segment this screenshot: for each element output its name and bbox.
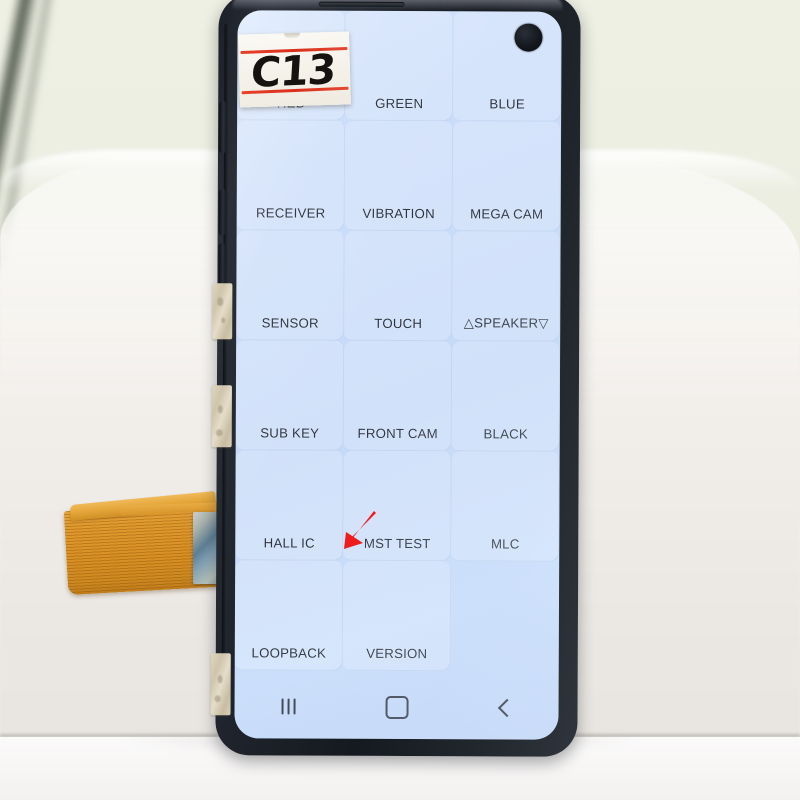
test-button-label: VIBRATION (362, 205, 435, 222)
volume-up-button[interactable] (218, 189, 226, 236)
test-button-label: RECEIVER (255, 205, 326, 221)
earpiece-speaker (318, 1, 405, 8)
test-button-label: TOUCH (374, 315, 423, 332)
test-button-label: GREEN (375, 95, 424, 112)
sticker-handwritten-text: C13 (249, 45, 337, 98)
back-button[interactable] (478, 690, 530, 724)
recents-icon (281, 698, 296, 715)
test-button-label: BLACK (483, 426, 529, 442)
test-button-label: VERSION (366, 645, 428, 662)
test-button-mst-test[interactable]: MST TEST (343, 450, 452, 562)
test-button-label: SUB KEY (260, 425, 320, 441)
test-button-green[interactable]: GREEN (345, 10, 454, 122)
recents-button[interactable] (262, 689, 314, 723)
front-camera-punch-hole-icon (514, 23, 543, 52)
test-button-hall-ic[interactable]: HALL IC (235, 450, 344, 561)
android-navigation-bar (234, 682, 558, 731)
handwritten-label-sticker: C13 (238, 31, 351, 108)
test-button-sensor[interactable]: SENSOR (236, 230, 345, 341)
test-button-label: MEGA CAM (470, 206, 544, 222)
home-button[interactable] (370, 690, 422, 724)
test-button-vibration[interactable]: VIBRATION (344, 120, 454, 232)
smartphone: RED GREEN BLUE RECEIVER VIBRATION MEGA C… (210, 0, 581, 757)
test-button-speaker[interactable]: △SPEAKER▽ (452, 231, 561, 342)
test-button-label: BLUE (489, 96, 525, 112)
test-button-front-cam[interactable]: FRONT CAM (343, 340, 453, 452)
test-button-sub-key[interactable]: SUB KEY (235, 340, 345, 451)
back-icon (497, 698, 516, 717)
test-button-touch[interactable]: TOUCH (344, 230, 453, 342)
bixby-button[interactable] (218, 101, 227, 154)
test-button-label: △SPEAKER▽ (463, 315, 549, 331)
phone-screen[interactable]: RED GREEN BLUE RECEIVER VIBRATION MEGA C… (234, 10, 562, 740)
test-button-loopback[interactable]: LOOPBACK (234, 560, 344, 671)
test-button-mlc[interactable]: MLC (451, 451, 560, 562)
test-grid-empty-cell (451, 561, 559, 671)
home-icon (385, 695, 409, 719)
sticker-curl (283, 32, 301, 39)
test-button-receiver[interactable]: RECEIVER (236, 120, 346, 231)
test-button-mega-cam[interactable]: MEGA CAM (452, 121, 562, 232)
tape-piece-lower (210, 653, 231, 716)
photo-scene: RED GREEN BLUE RECEIVER VIBRATION MEGA C… (0, 0, 800, 800)
test-button-label: FRONT CAM (357, 425, 438, 442)
test-button-label: MLC (490, 536, 520, 552)
test-button-version[interactable]: VERSION (342, 560, 452, 672)
tape-piece-middle (211, 385, 232, 448)
factory-test-grid: RED GREEN BLUE RECEIVER VIBRATION MEGA C… (234, 10, 562, 672)
test-button-label: MST TEST (363, 535, 431, 552)
test-button-blue[interactable]: BLUE (453, 11, 562, 122)
test-button-label: SENSOR (261, 315, 319, 331)
test-button-black[interactable]: BLACK (451, 341, 561, 452)
test-button-label: HALL IC (263, 535, 315, 551)
test-button-label: LOOPBACK (251, 645, 327, 661)
tape-piece-upper (212, 283, 233, 340)
